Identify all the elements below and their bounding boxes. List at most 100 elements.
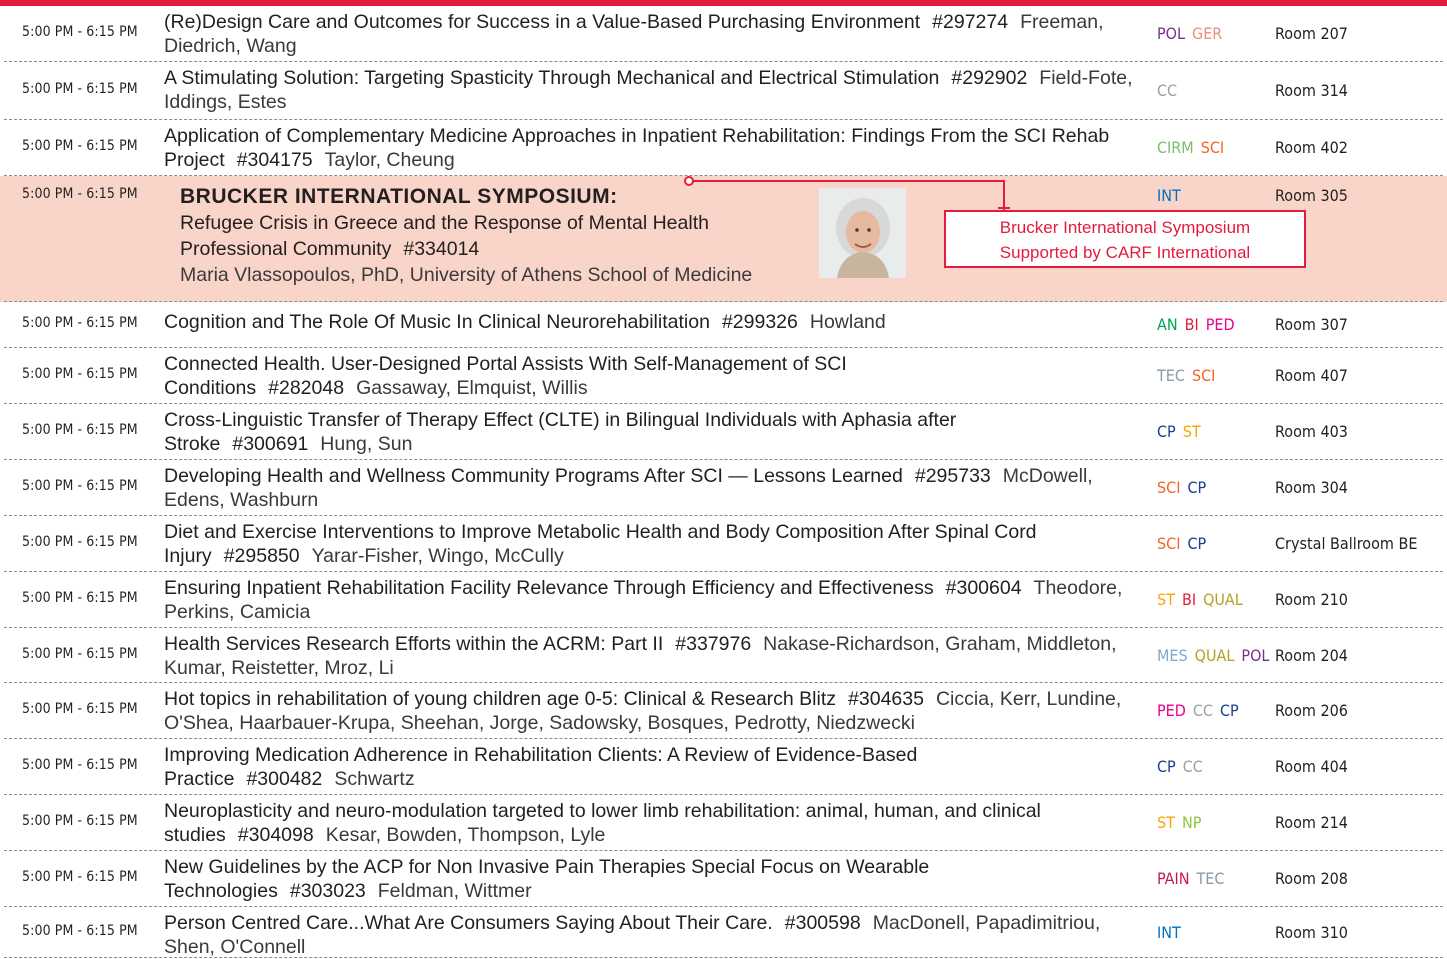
track-tags: CC [1157,81,1184,100]
session-time: 5:00 PM - 6:15 PM [22,646,138,662]
track-tag-cc: CC [1157,81,1178,100]
track-tag-int: INT [1157,923,1181,942]
session-time: 5:00 PM - 6:15 PM [22,81,138,97]
track-tags: INT [1157,923,1188,942]
session-room: Room 210 [1275,590,1348,609]
session-authors: Kesar, Bowden, Thompson, Lyle [325,824,606,846]
track-tag-cp: CP [1219,701,1239,720]
session-content: Improving Medication Adherence in Rehabi… [164,743,1139,791]
track-tags: POL GER [1157,24,1229,43]
session-number: #297274 [932,11,1009,33]
session-authors: Taylor, Cheung [324,149,455,171]
session-title[interactable]: New Guidelines by the ACP for Non Invasi… [164,856,929,902]
track-tag-cc: CC [1182,757,1203,776]
session-number: #304098 [237,824,314,846]
session-authors: Hung, Sun [320,433,413,455]
session-time: 5:00 PM - 6:15 PM [22,534,138,550]
track-tag-qual: QUAL [1194,646,1235,665]
sponsor-callout-line-1: Brucker International Symposium [999,218,1251,237]
session-row: 5:00 PM - 6:15 PM Application of Compleme… [0,120,1447,176]
session-room: Crystal Ballroom BE [1275,534,1418,553]
track-tag-ped: PED [1205,315,1235,334]
session-number: #300598 [784,912,861,934]
track-tags: TEC SCI [1157,366,1222,385]
track-tag-cirm: CIRM [1157,138,1194,157]
session-content: Health Services Research Efforts within … [164,632,1139,680]
track-tags: AN BI PED [1157,315,1242,334]
session-room: Room 314 [1275,81,1348,100]
session-number: #334014 [403,238,480,260]
session-time: 5:00 PM - 6:15 PM [22,869,138,885]
session-time: 5:00 PM - 6:15 PM [22,923,138,939]
session-title[interactable]: Hot topics in rehabilitation of young ch… [164,688,836,710]
featured-title-line-1: Refugee Crisis in Greece and the Respons… [180,212,709,234]
session-row: 5:00 PM - 6:15 PM A Stimulating Solution:… [0,62,1447,120]
session-row: 5:00 PM - 6:15 PM Connected Health. User-… [0,348,1447,404]
session-content: Application of Complementary Medicine Ap… [164,124,1139,172]
featured-title-text: Professional Community [180,238,392,260]
session-time: 5:00 PM - 6:15 PM [22,478,138,494]
session-title[interactable]: Person Centred Care...What Are Consumers… [164,912,773,934]
track-tag-cp: CP [1157,422,1176,441]
session-number: #300482 [246,768,323,790]
session-time: 5:00 PM - 6:15 PM [22,24,138,40]
track-tags: SCI CP [1157,534,1213,553]
session-authors: Howland [809,311,886,333]
session-title[interactable]: (Re)Design Care and Outcomes for Success… [164,11,920,33]
track-tag-st: ST [1157,813,1175,832]
track-tag-pol: POL [1241,646,1270,665]
session-number: #299326 [721,311,798,333]
track-tags: INT [1157,186,1188,205]
session-room: Room 407 [1275,366,1348,385]
track-tag-sci: SCI [1200,138,1225,157]
track-tag-st: ST [1157,590,1175,609]
track-tags: PED CC CP [1157,701,1246,720]
track-tag-np: NP [1181,813,1202,832]
sponsor-callout-line-2: Supported by CARF International [999,243,1251,262]
session-title[interactable]: Ensuring Inpatient Rehabilitation Facili… [164,577,934,599]
callout-leader-line [684,176,1010,210]
session-number: #337976 [675,633,752,655]
session-time: 5:00 PM - 6:15 PM [22,813,138,829]
track-tag-pain: PAIN [1157,869,1190,888]
track-tag-cp: CP [1187,534,1207,553]
session-time: 5:00 PM - 6:15 PM [22,422,138,438]
session-number: #295733 [914,465,991,487]
track-tags: CP ST [1157,422,1208,441]
session-title[interactable]: A Stimulating Solution: Targeting Spasti… [164,67,939,89]
session-content: Cross-Linguistic Transfer of Therapy Eff… [164,408,1139,456]
session-room: Room 404 [1275,757,1348,776]
session-number: #282048 [268,377,345,399]
featured-speaker: Maria Vlassopoulos, PhD, University of A… [180,264,753,286]
session-number: #303023 [289,880,366,902]
track-tag-bi: BI [1181,590,1197,609]
session-row: 5:00 PM - 6:15 PM Developing Health and W… [0,460,1447,516]
session-row: 5:00 PM - 6:15 PM Improving Medication Ad… [0,739,1447,795]
session-content: Connected Health. User-Designed Portal A… [164,352,1139,400]
session-authors: Feldman, Wittmer [377,880,532,902]
track-tag-mes: MES [1157,646,1188,665]
track-tag-ped: PED [1157,701,1186,720]
session-content: (Re)Design Care and Outcomes for Success… [164,10,1139,58]
featured-title-line-2: Professional Community #334014 [180,236,820,262]
session-number: #300691 [232,433,309,455]
session-authors: Gassaway, Elmquist, Willis [356,377,588,399]
track-tag-tec: TEC [1196,869,1225,888]
session-number: #295850 [223,545,300,567]
session-title[interactable]: Health Services Research Efforts within … [164,633,663,655]
session-title[interactable]: Cognition and The Role Of Music In Clini… [164,311,710,333]
session-title[interactable]: Developing Health and Wellness Community… [164,465,903,487]
session-room: Room 307 [1275,315,1348,334]
track-tag-cc: CC [1192,701,1213,720]
session-room: Room 214 [1275,813,1348,832]
track-tag-sci: SCI [1157,478,1181,497]
session-row: 5:00 PM - 6:15 PM Hot topics in rehabilit… [0,683,1447,739]
session-number: #304635 [848,688,924,710]
track-tags: MES QUAL POL [1157,646,1276,665]
session-room: Room 204 [1275,646,1348,665]
session-row: 5:00 PM - 6:15 PM (Re)Design Care and Out… [0,6,1447,62]
session-row: 5:00 PM - 6:15 PM Cross-Linguistic Transf… [0,404,1447,460]
session-time: 5:00 PM - 6:15 PM [22,186,138,202]
session-time: 5:00 PM - 6:15 PM [22,701,138,717]
session-row: 5:00 PM - 6:15 PM Diet and Exercise Inter… [0,516,1447,572]
